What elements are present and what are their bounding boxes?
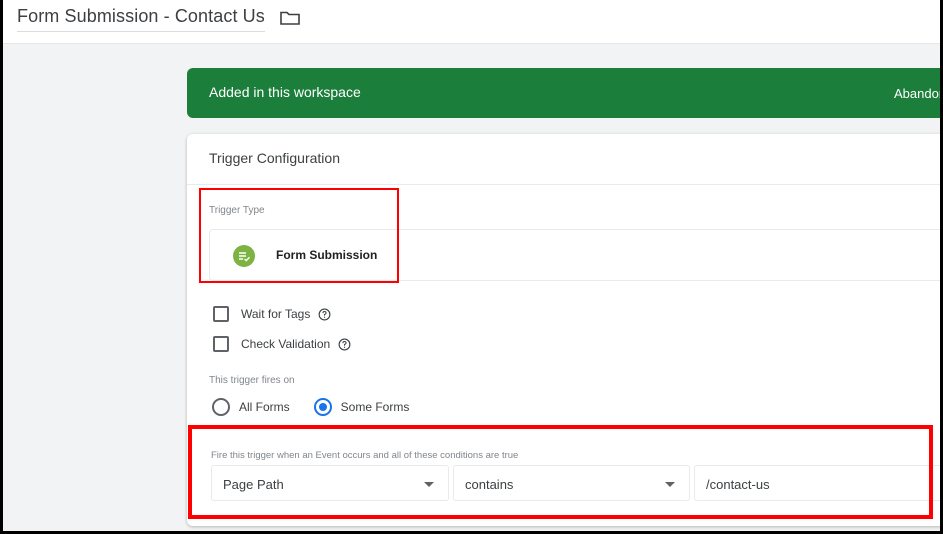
workspace-status-banner: Added in this workspace Abandon [187, 68, 940, 118]
card-title: Trigger Configuration [187, 134, 940, 185]
banner-message: Added in this workspace [209, 84, 361, 100]
help-icon[interactable] [318, 308, 331, 321]
some-forms-radio[interactable] [313, 398, 332, 416]
top-bar: Form Submission - Contact Us [3, 0, 940, 44]
check-validation-checkbox[interactable] [213, 336, 229, 352]
all-forms-label: All Forms [239, 400, 290, 414]
app-frame: Form Submission - Contact Us Added in th… [3, 0, 940, 531]
abandon-button[interactable]: Abandon [894, 86, 940, 101]
all-forms-radio[interactable] [212, 398, 230, 416]
fires-on-radio-group: All Forms Some Forms [212, 398, 409, 416]
folder-icon[interactable] [280, 11, 300, 25]
wait-for-tags-label: Wait for Tags [241, 307, 311, 321]
wait-for-tags-checkbox[interactable] [213, 306, 229, 322]
wait-for-tags-option[interactable]: Wait for Tags [213, 306, 331, 322]
conditions-highlight [188, 425, 933, 519]
check-validation-label: Check Validation [241, 337, 331, 351]
help-icon[interactable] [338, 338, 351, 351]
fires-on-label: This trigger fires on [209, 375, 295, 386]
trigger-type-highlight [199, 188, 399, 283]
some-forms-label: Some Forms [340, 400, 410, 414]
check-validation-option[interactable]: Check Validation [213, 336, 351, 352]
trigger-name-input[interactable]: Form Submission - Contact Us [17, 6, 265, 32]
